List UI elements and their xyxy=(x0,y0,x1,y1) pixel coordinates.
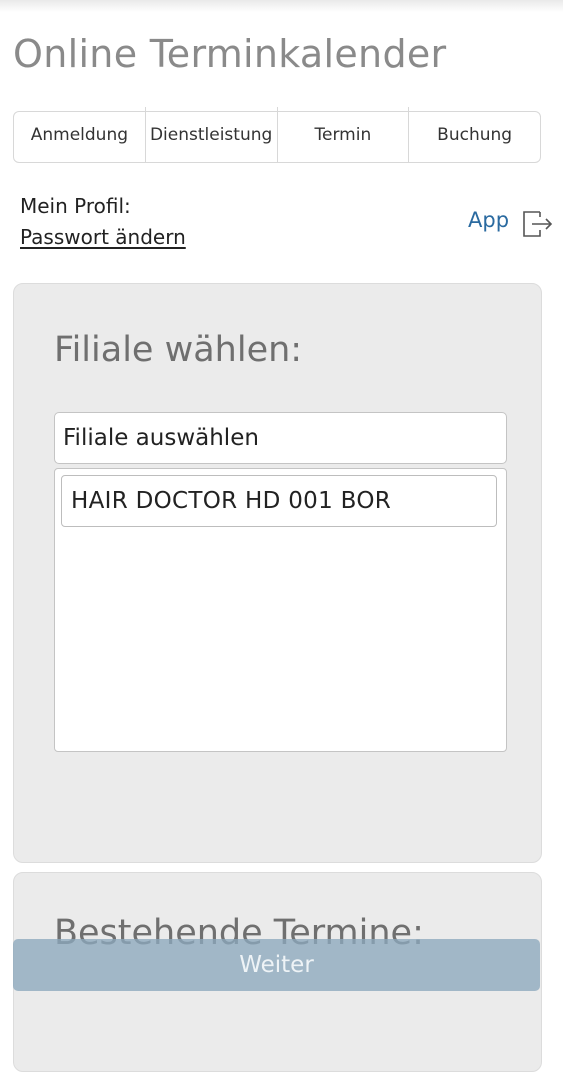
profile-label: Mein Profil: xyxy=(20,194,131,218)
branch-option[interactable]: HAIR DOCTOR HD 001 BOR xyxy=(61,475,497,527)
status-bar-shadow xyxy=(0,0,563,12)
next-button[interactable]: Weiter xyxy=(13,939,540,991)
change-password-link[interactable]: Passwort ändern xyxy=(20,225,186,249)
tab-anmeldung[interactable]: Anmeldung xyxy=(14,107,146,162)
branch-card: Filiale wählen: Filiale auswählen HAIR D… xyxy=(13,283,542,863)
app-link[interactable]: App xyxy=(468,208,509,232)
branch-select[interactable]: Filiale auswählen xyxy=(54,412,507,464)
tab-buchung[interactable]: Buchung xyxy=(409,107,540,162)
branch-heading: Filiale wählen: xyxy=(54,330,303,370)
page-title: Online Terminkalender xyxy=(13,32,447,76)
tab-termin[interactable]: Termin xyxy=(278,107,410,162)
step-tabs: Anmeldung Dienstleistung Termin Buchung xyxy=(13,107,541,163)
logout-icon[interactable] xyxy=(520,206,554,240)
branch-list[interactable]: HAIR DOCTOR HD 001 BOR xyxy=(54,468,507,752)
tab-dienstleistung[interactable]: Dienstleistung xyxy=(146,107,278,162)
